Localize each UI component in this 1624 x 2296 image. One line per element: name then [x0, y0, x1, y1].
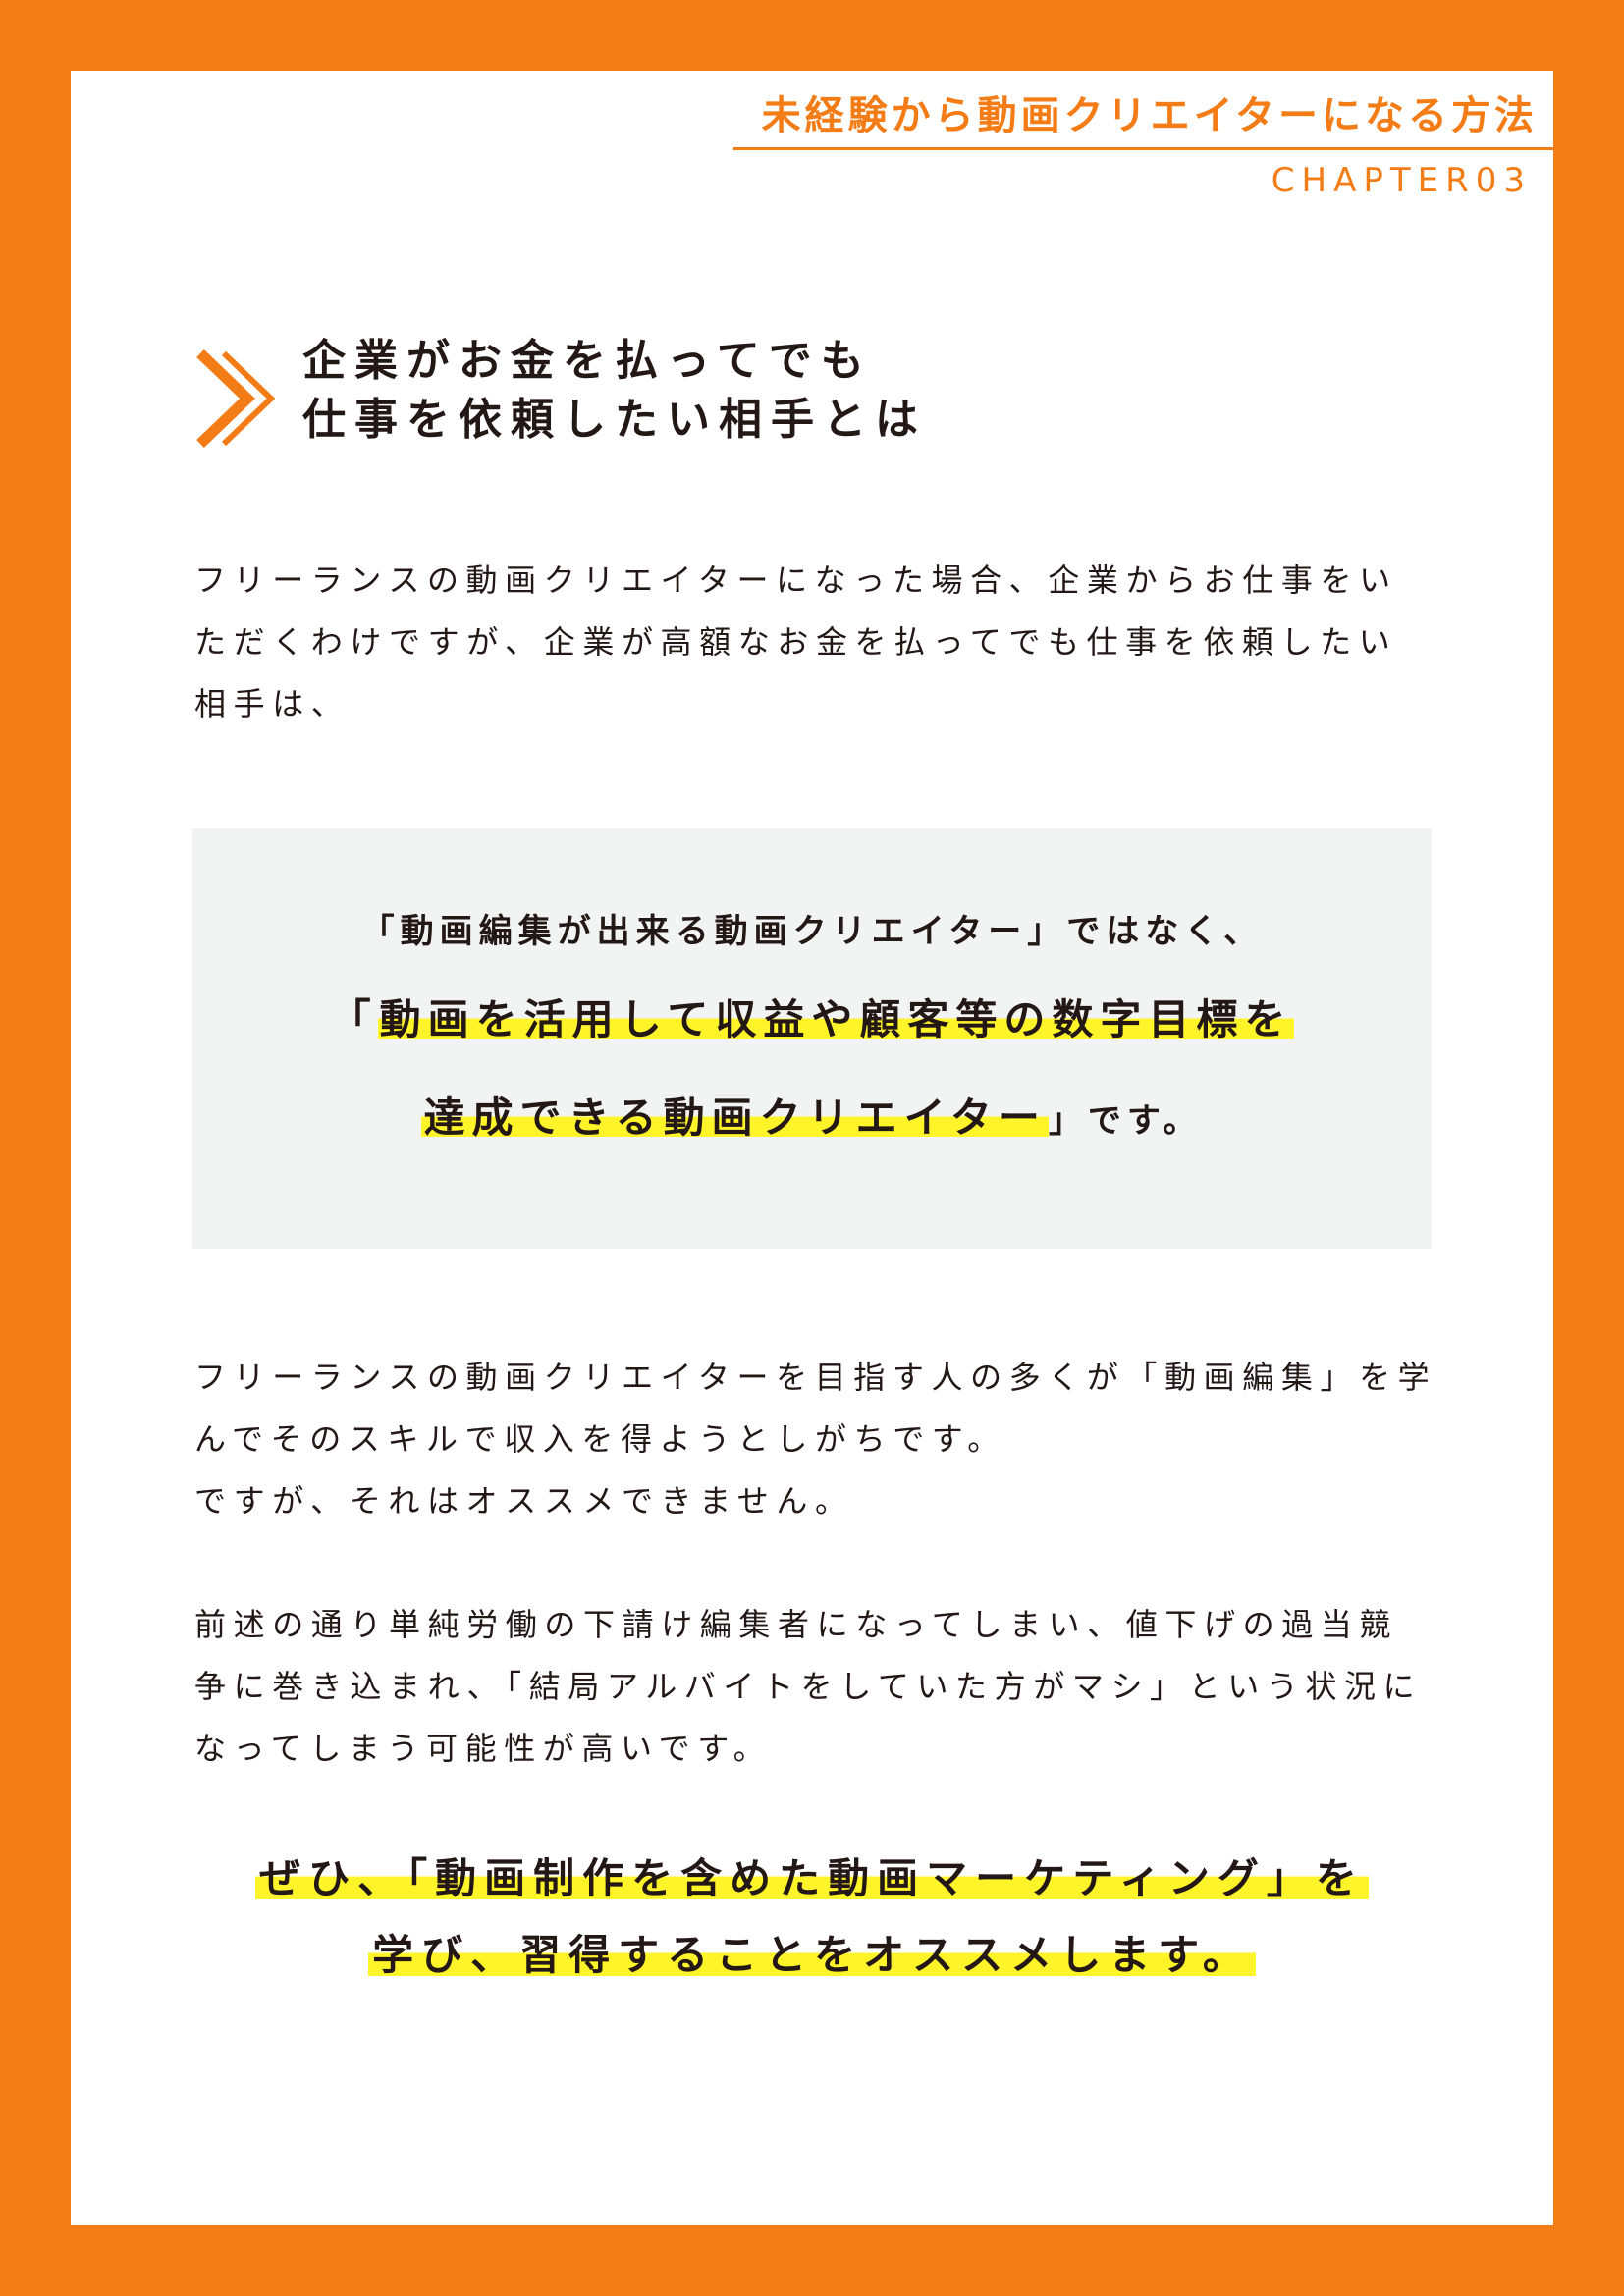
double-chevron-right-icon	[196, 349, 275, 448]
paragraph-line: なってしまう可能性が高いです。	[194, 1730, 773, 1767]
paragraph-line: 争に巻き込まれ、「結局アルバイトをしていた方がマシ」という状況に	[194, 1668, 1423, 1705]
callout-highlight: 動画を活用して収益や顧客等の数字目標を	[377, 995, 1295, 1043]
intro-paragraph: フリーランスの動画クリエイターになった場合、企業からお仕事をい ただくわけですが…	[194, 550, 1434, 735]
closing-line: ぜひ、「動画制作を含めた動画マーケティング」を	[71, 1852, 1553, 1906]
callout-lead: 「動画編集が出来る動画クリエイター」ではなく、	[360, 912, 1264, 951]
header-title: 未経験から動画クリエイターになる方法	[761, 93, 1538, 138]
callout-tail: 」です。	[1048, 1101, 1203, 1141]
closing-line: 学び、習得することをオススメします。	[71, 1929, 1553, 1983]
paragraph-line: 相手は、	[194, 685, 351, 722]
paragraph-line: んでそのスキルで収入を得ようとしがちです。	[194, 1420, 1006, 1458]
callout-highlight: 達成できる動画クリエイター	[421, 1094, 1049, 1142]
closing-highlight: 学び、習得することをオススメします。	[368, 1931, 1256, 1979]
header-divider	[733, 147, 1553, 150]
callout-emphasis-line: 「動画を活用して収益や顧客等の数字目標を	[71, 993, 1553, 1047]
document-page: 未経験から動画クリエイターになる方法 CHAPTER03 企業がお金を払ってでも…	[71, 71, 1553, 2225]
section-heading-line: 仕事を依頼したい相手とは	[302, 395, 927, 445]
paragraph-line: ただくわけですが、企業が高額なお金を払ってでも仕事を依頼したい	[194, 623, 1398, 661]
section-heading: 企業がお金を払ってでも 仕事を依頼したい相手とは	[302, 332, 927, 450]
chapter-label: CHAPTER03	[1271, 161, 1532, 200]
closing-highlight: ぜひ、「動画制作を含めた動画マーケティング」を	[255, 1854, 1369, 1902]
section-heading-line: 企業がお金を払ってでも	[302, 336, 873, 386]
paragraph-line: ですが、それはオススメできません。	[194, 1482, 854, 1520]
paragraph-line: フリーランスの動画クリエイターを目指す人の多くが「動画編集」を学	[194, 1359, 1437, 1396]
callout-emphasis-line: 達成できる動画クリエイター」です。	[71, 1092, 1553, 1146]
paragraph-line: 前述の通り単純労働の下請け編集者になってしまい、値下げの過当競	[194, 1606, 1399, 1643]
callout-open-bracket: 「	[329, 995, 378, 1043]
paragraph-line: フリーランスの動画クリエイターになった場合、企業からお仕事をい	[194, 561, 1398, 599]
body-paragraph: 前述の通り単純労働の下請け編集者になってしまい、値下げの過当競 争に巻き込まれ、…	[194, 1594, 1434, 1780]
body-paragraph: フリーランスの動画クリエイターを目指す人の多くが「動画編集」を学 んでそのスキル…	[194, 1347, 1434, 1532]
